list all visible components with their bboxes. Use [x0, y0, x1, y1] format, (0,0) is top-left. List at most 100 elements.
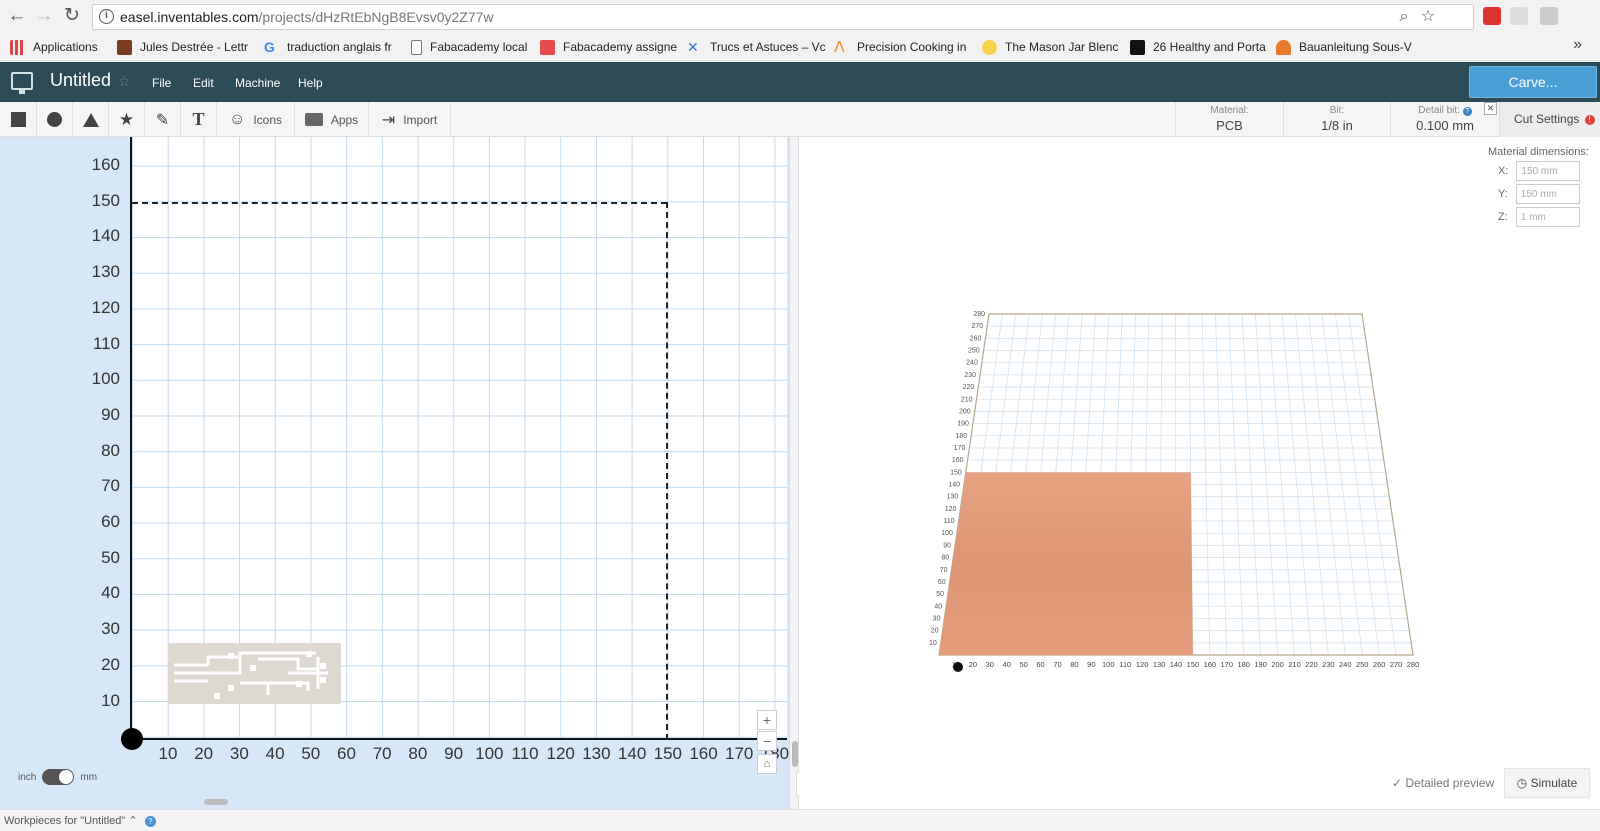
help-icon[interactable]: ?: [1462, 107, 1472, 116]
extension-notifications-icon[interactable]: [1483, 7, 1501, 25]
detail-bit-setting[interactable]: Detail bit: ? 0.100 mm: [1390, 102, 1499, 137]
favorite-star-icon[interactable]: ☆: [118, 73, 131, 90]
site-info-icon[interactable]: i: [99, 9, 114, 24]
app-header: Untitled ☆ File Edit Machine Help Carve.…: [0, 62, 1600, 102]
zoom-in-button[interactable]: +: [757, 710, 777, 730]
panel-divider[interactable]: [789, 137, 799, 809]
zoom-search-icon[interactable]: ⌕: [1395, 8, 1413, 26]
bookmark-label: Jules Destrée - Lettr: [140, 40, 249, 54]
bookmark-label: Precision Cooking in: [857, 40, 967, 54]
bookmark-item[interactable]: G traduction anglais fr: [264, 38, 404, 56]
bookmark-label: 26 Healthy and Porta: [1153, 40, 1266, 54]
bit-setting[interactable]: Bit: 1/8 in: [1283, 102, 1390, 137]
site-favicon-icon: [1130, 39, 1145, 55]
preview-origin-marker: [953, 662, 963, 672]
bookmark-label: Fabacademy local: [430, 40, 528, 54]
preview-x-tick-label: 160: [1204, 660, 1217, 669]
material-y-input[interactable]: [1515, 184, 1580, 204]
preview-y-tick-label: 30: [933, 615, 941, 622]
zoom-out-button[interactable]: −: [757, 731, 777, 751]
easel-logo-icon[interactable]: [11, 72, 33, 94]
home-icon: ⌂: [763, 758, 771, 770]
bookmark-item[interactable]: Jules Destrée - Lettr: [117, 38, 254, 56]
icons-label: Icons: [253, 112, 283, 127]
bookmark-label: Fabacademy assigne: [563, 40, 678, 54]
site-favicon-icon: [540, 39, 555, 55]
pcb-trace-image[interactable]: [168, 643, 341, 704]
carve-button[interactable]: Carve...: [1469, 66, 1597, 98]
preview-x-tick-label: 100: [1102, 660, 1115, 669]
menu-machine[interactable]: Machine: [235, 76, 280, 90]
preview-y-tick-label: 90: [943, 542, 951, 549]
y-axis-tick-label: 20: [101, 654, 120, 674]
simulate-button[interactable]: ◷ Simulate: [1504, 768, 1590, 798]
bookmark-item[interactable]: Λ Precision Cooking in: [834, 38, 974, 56]
triangle-tool[interactable]: [73, 102, 109, 137]
detailed-preview-toggle[interactable]: ✓ Detailed preview: [1392, 776, 1494, 790]
anova-icon: Λ: [834, 38, 845, 56]
material-setting[interactable]: Material: PCB: [1175, 102, 1283, 137]
preview-x-tick-label: 280: [1407, 660, 1420, 669]
bookmark-item[interactable]: Fabacademy assigne: [540, 38, 680, 56]
bookmark-applications[interactable]: Applications: [10, 38, 110, 56]
bookmark-item[interactable]: ✕ Trucs et Astuces – Vc: [687, 38, 827, 56]
url-text[interactable]: easel.inventables.com/projects/dHzRtEbNg…: [120, 9, 494, 25]
back-icon[interactable]: ←: [6, 5, 28, 27]
clock-icon: ◷: [1516, 776, 1528, 790]
site-favicon-icon: [117, 39, 132, 55]
menu-edit[interactable]: Edit: [193, 76, 214, 90]
apps-tool[interactable]: Apps: [295, 102, 369, 137]
reload-icon[interactable]: ↻: [61, 5, 83, 27]
project-title[interactable]: Untitled: [50, 70, 111, 91]
y-axis-tick-label: 30: [101, 619, 120, 639]
cut-settings-button[interactable]: Cut Settings !: [1499, 102, 1600, 137]
forward-icon[interactable]: →: [33, 5, 55, 27]
import-tool[interactable]: ⇥ Import: [369, 102, 451, 137]
icons-tool[interactable]: ☺ Icons: [217, 102, 295, 137]
square-icon: [10, 112, 26, 127]
home-view-button[interactable]: ⌂: [757, 754, 777, 774]
workpieces-bar[interactable]: Workpieces for "Untitled" ⌃ ?: [0, 809, 1600, 831]
menu-help[interactable]: Help: [298, 76, 323, 90]
3d-preview[interactable]: 2802702602502402302202102001901801701601…: [799, 137, 1600, 809]
extension-pdf-icon[interactable]: [1510, 7, 1528, 25]
bookmark-item[interactable]: Bauanleitung Sous-V: [1276, 38, 1416, 56]
pen-tool[interactable]: ✎: [145, 102, 181, 137]
expand-up-icon[interactable]: ⌃: [128, 815, 137, 827]
unit-switch[interactable]: [42, 769, 75, 785]
horizontal-scrollbar[interactable]: [204, 799, 228, 805]
bookmark-star-icon[interactable]: ☆: [1419, 8, 1437, 26]
browser-toolbar: ← → ↻ i easel.inventables.com/projects/d…: [0, 0, 1600, 33]
help-icon[interactable]: ?: [144, 816, 156, 827]
material-x-input[interactable]: [1516, 161, 1581, 181]
y-axis-tick-label: 120: [91, 297, 120, 317]
preview-y-tick-label: 230: [964, 372, 976, 379]
text-tool[interactable]: T: [181, 102, 217, 137]
preview-x-tick-label: 220: [1305, 660, 1318, 669]
preview-y-tick-label: 250: [968, 348, 980, 355]
material-z-input[interactable]: [1515, 207, 1580, 227]
simulate-label: Simulate: [1530, 776, 1578, 790]
x-axis-tick-label: 170: [725, 744, 754, 763]
preview-y-tick-label: 260: [970, 335, 982, 342]
y-axis-tick-label: 40: [101, 583, 120, 603]
menu-file[interactable]: File: [152, 76, 171, 90]
extension-facebook-icon[interactable]: [1540, 7, 1558, 25]
square-tool[interactable]: [0, 102, 37, 137]
bookmark-item[interactable]: 26 Healthy and Porta: [1130, 38, 1270, 56]
vertical-scrollbar[interactable]: [792, 741, 798, 767]
circle-tool[interactable]: [37, 102, 73, 137]
remove-detail-bit-icon[interactable]: ✕: [1484, 102, 1497, 115]
bookmark-item[interactable]: Fabacademy local: [411, 38, 533, 56]
more-bookmarks-icon[interactable]: »: [1573, 36, 1582, 54]
address-bar[interactable]: i easel.inventables.com/projects/dHzRtEb…: [92, 4, 1474, 30]
site-favicon-icon: [982, 39, 997, 55]
bookmark-item[interactable]: The Mason Jar Blenc: [982, 38, 1122, 56]
unit-toggle[interactable]: inch mm: [18, 769, 97, 785]
y-axis-tick-label: 10: [101, 690, 120, 710]
design-canvas[interactable]: 160 150 140 130 120 110 100 90 80 70 60 50 40 30 20 10 …: [0, 137, 789, 809]
detail-bit-caption: Detail bit:: [1418, 105, 1460, 116]
url-host: easel.inventables.com: [120, 9, 259, 25]
preview-y-tick-label: 70: [940, 567, 948, 574]
star-tool[interactable]: ★: [109, 102, 145, 137]
